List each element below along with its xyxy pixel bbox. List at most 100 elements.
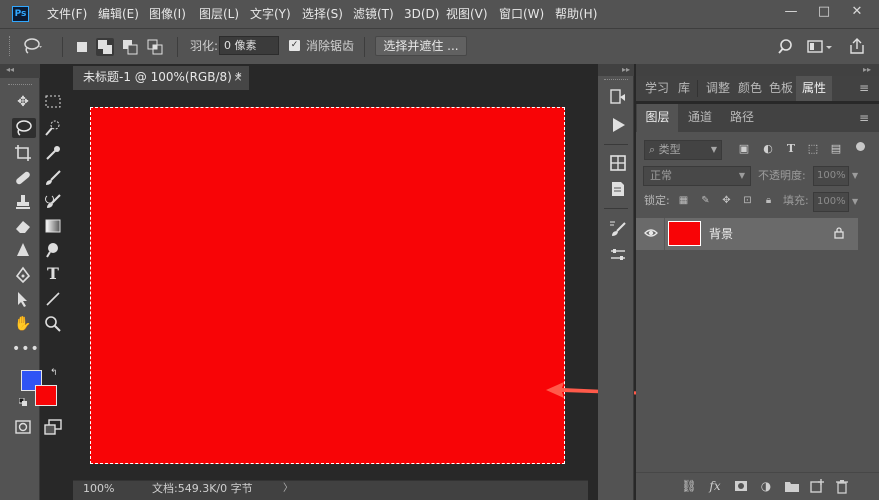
tab-layers[interactable]: 图层 (637, 104, 678, 132)
tab-color[interactable]: 颜色 (734, 76, 766, 101)
toolbar-collapse-icon[interactable]: ◂◂ (0, 64, 40, 78)
new-layer-icon[interactable] (809, 478, 825, 494)
actions-play-icon[interactable] (609, 116, 627, 134)
tab-channels[interactable]: 通道 (680, 104, 720, 132)
panel-menu-icon[interactable]: ≡ (857, 81, 871, 95)
maximize-button[interactable]: □ (812, 3, 836, 21)
line-tool-icon[interactable] (44, 290, 62, 308)
eyedropper-tool-icon[interactable] (44, 144, 62, 162)
lock-all-icon[interactable]: 🔒︎ (762, 194, 775, 207)
zoom-tool-icon[interactable] (44, 315, 62, 333)
layer-lock-icon[interactable] (832, 226, 846, 240)
layer-thumbnail[interactable] (668, 221, 701, 246)
eraser-tool-icon[interactable] (14, 217, 32, 235)
adjustments-sliders-icon[interactable] (609, 246, 627, 264)
dodge-tool-icon[interactable] (44, 241, 62, 259)
new-selection-icon[interactable] (73, 38, 91, 56)
opacity-input[interactable]: 100% (813, 166, 849, 186)
properties-panel-icon[interactable] (609, 154, 627, 172)
menu-view[interactable]: 视图(V) (446, 0, 488, 28)
lasso-preset-icon[interactable] (22, 37, 44, 55)
tab-swatches[interactable]: 色板 (766, 76, 796, 101)
layer-filter-select[interactable]: ⌕ 类型 ▼ (644, 140, 722, 160)
spot-healing-brush-tool-icon[interactable] (14, 169, 32, 187)
brush-tool-icon[interactable] (44, 169, 62, 187)
filter-toggle-icon[interactable] (856, 142, 865, 151)
filter-shape-icon[interactable]: ⬚ (806, 142, 820, 156)
zoom-level[interactable]: 100% (83, 482, 114, 496)
dock-collapse-icon[interactable]: ▸▸ (598, 64, 634, 76)
move-tool-icon[interactable]: ✥ (14, 93, 32, 111)
chevron-down-icon[interactable]: ▼ (852, 168, 858, 184)
antialias-checkbox[interactable]: ✓ (289, 40, 300, 51)
tab-properties[interactable]: 属性 (796, 76, 832, 101)
menu-layer[interactable]: 图层(L) (199, 0, 239, 28)
search-icon[interactable] (778, 38, 796, 56)
subtract-from-selection-icon[interactable] (121, 38, 139, 56)
clone-stamp-tool-icon[interactable] (14, 193, 32, 211)
screen-mode-icon[interactable] (44, 418, 62, 436)
add-layer-mask-icon[interactable] (733, 478, 749, 494)
gradient-tool-icon[interactable] (44, 217, 62, 235)
lock-transparent-pixels-icon[interactable]: ▦ (677, 194, 690, 207)
fill-input[interactable]: 100% (813, 192, 849, 212)
filter-type-icon[interactable]: T (784, 142, 798, 156)
close-document-icon[interactable]: × (232, 71, 244, 85)
lock-position-icon[interactable]: ✥ (720, 194, 733, 207)
blend-mode-select[interactable]: 正常 ▼ (643, 166, 751, 186)
menu-image[interactable]: 图像(I) (149, 0, 186, 28)
lasso-tool-icon[interactable] (12, 118, 36, 138)
layer-name[interactable]: 背景 (709, 226, 733, 242)
delete-layer-icon[interactable] (834, 478, 850, 494)
history-panel-icon[interactable] (609, 88, 627, 106)
history-brush-tool-icon[interactable] (44, 193, 62, 211)
background-color-swatch[interactable] (35, 385, 57, 406)
menu-edit[interactable]: 编辑(E) (98, 0, 139, 28)
minimize-button[interactable]: — (779, 3, 803, 21)
path-selection-tool-icon[interactable] (14, 290, 32, 308)
menu-help[interactable]: 帮助(H) (555, 0, 597, 28)
intersect-selection-icon[interactable] (146, 38, 164, 56)
menu-3d[interactable]: 3D(D) (404, 0, 439, 28)
add-to-selection-icon[interactable] (96, 38, 114, 56)
close-window-button[interactable]: ✕ (845, 3, 869, 21)
pen-tool-icon[interactable] (14, 266, 32, 284)
blur-tool-icon[interactable] (14, 241, 32, 259)
tab-adjustments[interactable]: 调整 (702, 76, 734, 101)
status-menu-icon[interactable]: 〉 (283, 482, 293, 496)
menu-select[interactable]: 选择(S) (302, 0, 343, 28)
hand-tool-icon[interactable]: ✋ (14, 315, 32, 333)
layers-panel-menu-icon[interactable]: ≡ (857, 111, 871, 125)
prevent-autonest-icon[interactable]: ⊡ (741, 194, 754, 207)
layer-style-fx-icon[interactable]: fx (707, 478, 723, 494)
brush-settings-icon[interactable] (609, 220, 627, 238)
tab-libraries[interactable]: 库 (673, 76, 695, 101)
filter-pixel-icon[interactable]: ▣ (737, 142, 751, 156)
document-tab[interactable]: 未标题-1 @ 100%(RGB/8) * (73, 66, 249, 90)
rectangular-marquee-tool-icon[interactable] (44, 93, 62, 111)
default-colors-icon[interactable] (18, 397, 28, 407)
chevron-down-icon[interactable]: ▼ (852, 194, 858, 210)
swap-colors-icon[interactable]: ↰ (50, 368, 60, 378)
crop-tool-icon[interactable] (14, 144, 32, 162)
type-tool-icon[interactable]: T (44, 265, 62, 283)
share-icon[interactable] (848, 37, 866, 55)
more-tools-icon[interactable]: ••• (12, 340, 39, 358)
select-and-mask-button[interactable]: 选择并遮住 ... (375, 36, 467, 56)
menu-type[interactable]: 文字(Y) (250, 0, 291, 28)
feather-input[interactable]: 0 像素 (219, 36, 279, 55)
info-panel-icon[interactable] (609, 180, 627, 198)
new-group-icon[interactable] (784, 478, 800, 494)
tab-paths[interactable]: 路径 (723, 104, 761, 132)
quick-mask-icon[interactable] (14, 418, 32, 436)
lock-image-pixels-icon[interactable]: ✎ (699, 194, 712, 207)
layer-visibility-eye-icon[interactable] (644, 226, 658, 240)
new-adjustment-layer-icon[interactable]: ◑ (758, 478, 774, 494)
filter-adjustment-icon[interactable]: ◐ (761, 142, 775, 156)
tab-learn[interactable]: 学习 (641, 76, 673, 101)
panels-collapse-icon[interactable]: ▸▸ (636, 64, 879, 76)
quick-selection-tool-icon[interactable] (44, 119, 62, 137)
link-layers-icon[interactable]: ⛓ (681, 478, 697, 494)
filter-smart-object-icon[interactable]: ▤ (829, 142, 843, 156)
menu-window[interactable]: 窗口(W) (499, 0, 544, 28)
